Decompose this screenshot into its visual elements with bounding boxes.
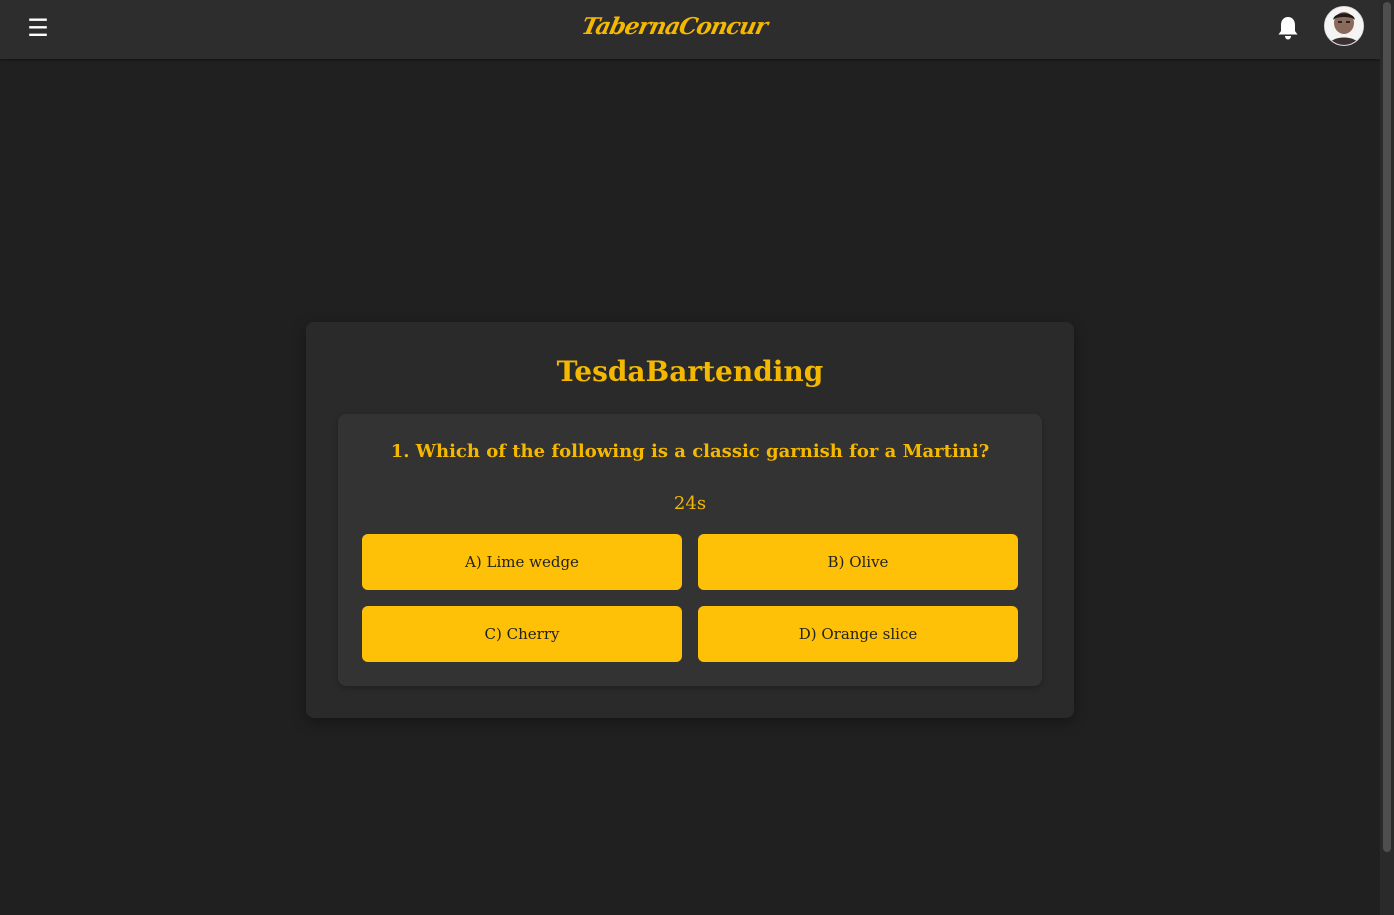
- answer-option-d[interactable]: D) Orange slice: [698, 606, 1018, 662]
- answer-option-a[interactable]: A) Lime wedge: [362, 534, 682, 590]
- answer-option-b[interactable]: B) Olive: [698, 534, 1018, 590]
- vertical-scrollbar[interactable]: [1380, 0, 1394, 915]
- question-text: 1. Which of the following is a classic g…: [390, 441, 990, 462]
- quiz-card: TesdaBartending 1. Which of the followin…: [306, 322, 1074, 718]
- top-navbar: ☰ TabernaConcur: [0, 0, 1380, 59]
- user-avatar[interactable]: [1324, 6, 1364, 46]
- brand-logo[interactable]: TabernaConcur: [578, 9, 769, 45]
- hamburger-menu-icon[interactable]: ☰: [26, 14, 50, 42]
- scrollbar-thumb[interactable]: [1383, 2, 1391, 852]
- answer-option-c[interactable]: C) Cherry: [362, 606, 682, 662]
- quiz-title: TesdaBartending: [556, 355, 824, 388]
- countdown-timer: 24s: [673, 493, 707, 514]
- question-panel: 1. Which of the following is a classic g…: [338, 414, 1042, 686]
- bell-icon[interactable]: [1276, 15, 1300, 41]
